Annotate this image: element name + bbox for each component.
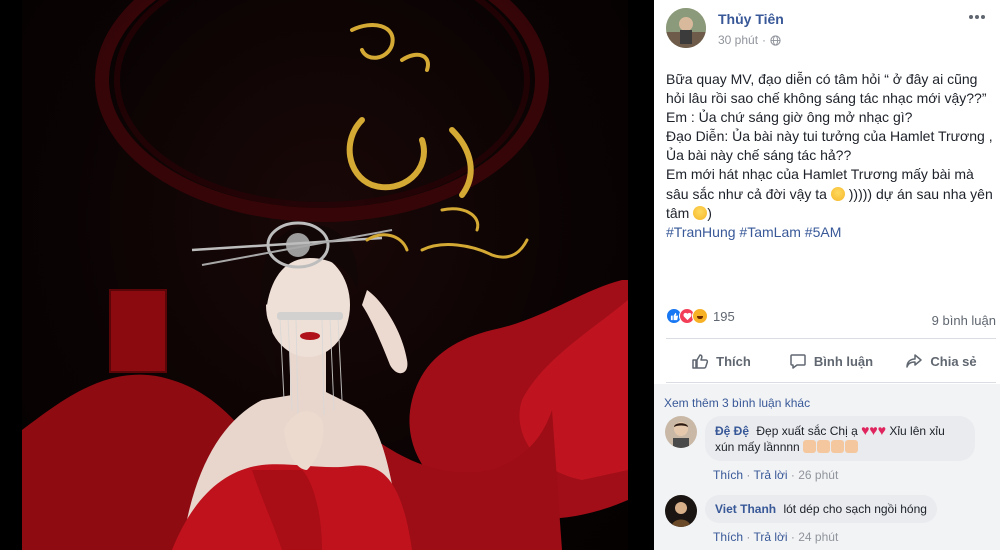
comment-reply-link[interactable]: Trả lời xyxy=(753,468,787,482)
globe-icon xyxy=(770,34,781,46)
comment-item: Viet Thanh lót dép cho sạch ngồi hóng Th… xyxy=(665,495,995,550)
comment-meta: Thích · Trả lời · 26 phút xyxy=(713,468,839,482)
commenter-avatar[interactable] xyxy=(665,416,697,448)
hashtag-link[interactable]: #TranHung xyxy=(666,224,736,240)
thumbs-up-icon xyxy=(692,354,709,369)
post-text-fragment: tâm xyxy=(666,204,690,221)
smile-emoji-icon xyxy=(693,205,708,220)
commenter-avatar[interactable] xyxy=(665,495,697,527)
heart-emoji-icon: ♥ xyxy=(877,422,887,438)
post-detail-panel: Thủy Tiên 30 phút · Bữa quay MV, đạo diễ… xyxy=(654,0,1000,550)
like-label: Thích xyxy=(716,353,751,369)
comment-meta: Thích · Trả lời · 24 phút xyxy=(713,530,839,544)
comment-label: Bình luận xyxy=(813,353,874,369)
post-text-line: Đạo Diễn: Ủa bài này tui tưởng của Hamle… xyxy=(666,128,993,145)
hashtag-link[interactable]: #5AM xyxy=(805,224,842,240)
author-name[interactable]: Thủy Tiên xyxy=(718,11,784,27)
heart-emoji-icon: ♥ xyxy=(869,422,878,438)
comment-count[interactable]: 9 bình luận xyxy=(932,313,996,328)
author-avatar[interactable] xyxy=(666,8,706,48)
hashtags: #TranHung #TamLam #5AM xyxy=(666,223,992,242)
post-text-fragment: ) xyxy=(707,204,712,221)
clap-emoji-icon xyxy=(803,440,817,453)
comment-button[interactable]: Bình luận xyxy=(776,342,886,380)
share-icon xyxy=(906,354,923,368)
comment-time[interactable]: 26 phút xyxy=(798,468,838,482)
comment-text: Đẹp xuất sắc Chị ạ xyxy=(756,424,858,438)
photo-viewer: Từng có người yêu tôi như sinh mệnh Thủy… xyxy=(0,0,654,550)
post-text-line: Bữa quay MV, đạo diễn có tâm hỏi “ ở đây… xyxy=(666,71,978,87)
divider xyxy=(666,338,996,339)
post-text-line: Ủa bài này chế sáng tác hả?? xyxy=(666,147,852,164)
post-photo[interactable]: Từng có người yêu tôi như sinh mệnh Thủy… xyxy=(22,0,628,550)
comment-like-link[interactable]: Thích xyxy=(713,468,743,482)
post-time[interactable]: 30 phút xyxy=(718,33,758,47)
post-text-line: hỏi lâu rồi sao chế không sáng tác nhạc … xyxy=(666,90,987,107)
photo-artwork xyxy=(22,0,628,550)
comment-bubble: Viet Thanh lót dép cho sạch ngồi hóng xyxy=(705,495,937,523)
like-button[interactable]: Thích xyxy=(666,342,776,380)
post-text-line: sâu sắc như cả đời vậy ta ))))) dự án sa… xyxy=(666,185,993,204)
commenter-name[interactable]: Viet Thanh xyxy=(715,502,776,516)
comment-text: Xỉu lên xyxy=(889,424,927,438)
post-text-fragment: sâu sắc như cả đời vậy ta xyxy=(666,185,827,202)
reactions-summary[interactable]: 195 xyxy=(666,308,735,324)
comments-section: Xem thêm 3 bình luận khác Đệ Đệ Đẹp xuất… xyxy=(654,384,1000,550)
smile-emoji-icon xyxy=(830,186,845,201)
post-text: Bữa quay MV, đạo diễn có tâm hỏi “ ở đây… xyxy=(666,70,993,242)
clap-emoji-icon xyxy=(831,440,845,453)
comment-icon xyxy=(790,354,806,369)
clap-emoji-icon xyxy=(817,440,831,453)
comment-item: Đệ Đệ Đẹp xuất sắc Chị ạ ♥♥♥ Xỉu lên xỉu… xyxy=(665,416,995,486)
clap-emoji-icon xyxy=(845,440,859,453)
view-more-comments-link[interactable]: Xem thêm 3 bình luận khác xyxy=(664,396,810,410)
commenter-name[interactable]: Đệ Đệ xyxy=(715,424,749,438)
post-actions: Thích Bình luận Chia sẻ xyxy=(666,342,996,380)
more-options-icon[interactable] xyxy=(966,10,988,24)
post-meta: 30 phút · xyxy=(718,33,781,47)
post-text-line: tâm ) xyxy=(666,204,992,223)
comment-time[interactable]: 24 phút xyxy=(798,530,838,544)
hashtag-link[interactable]: #TamLam xyxy=(739,224,800,240)
reaction-count: 195 xyxy=(713,308,735,324)
comment-like-link[interactable]: Thích xyxy=(713,530,743,544)
comment-reply-link[interactable]: Trả lời xyxy=(753,530,787,544)
post-text-line: Em mới hát nhạc của Hamlet Trương mấy bà… xyxy=(666,166,974,183)
comment-text: lót dép cho sạch ngồi hóng xyxy=(783,502,927,516)
share-label: Chia sẻ xyxy=(930,353,977,369)
divider xyxy=(666,382,996,383)
comment-bubble: Đệ Đệ Đẹp xuất sắc Chị ạ ♥♥♥ Xỉu lên xỉu… xyxy=(705,416,975,461)
share-button[interactable]: Chia sẻ xyxy=(886,342,996,380)
haha-reaction-icon xyxy=(692,308,708,324)
post-text-line: Em : Ủa chứ sáng giờ ông mở nhạc gì? xyxy=(666,109,913,126)
post-text-fragment: ))))) dự án sau nha yên xyxy=(848,185,993,202)
